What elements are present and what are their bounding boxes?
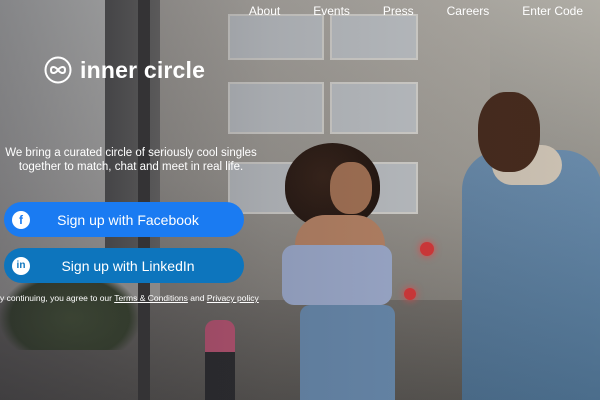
tagline-line-1: We bring a curated circle of seriously c… <box>5 147 257 159</box>
linkedin-icon: in <box>12 256 30 275</box>
facebook-icon: f <box>12 210 30 229</box>
tagline-line-2: together to match, chat and meet in real… <box>18 161 244 173</box>
infinity-loop-icon <box>44 56 72 84</box>
nav-link-careers[interactable]: Careers <box>423 4 499 18</box>
brand-name: inner circle <box>80 56 206 83</box>
signup-linkedin-button[interactable]: in Sign up with LinkedIn <box>4 248 244 283</box>
signup-facebook-button[interactable]: f Sign up with Facebook <box>4 202 244 237</box>
privacy-policy-link[interactable]: Privacy policy <box>207 293 259 303</box>
legal-and: and <box>187 293 207 303</box>
legal-prefix: y continuing, you agree to our <box>0 293 115 303</box>
brand-logo[interactable]: inner circle <box>44 56 205 84</box>
nav-link-press[interactable]: Press <box>359 4 423 18</box>
nav-link-events[interactable]: Events <box>289 4 359 18</box>
nav-link-about[interactable]: About <box>225 4 289 18</box>
legal-notice: y continuing, you agree to our Terms & C… <box>0 293 259 303</box>
hero-tagline: We bring a curated circle of seriously c… <box>0 146 262 174</box>
landing-page: About Events Press Careers Enter Code in… <box>0 0 600 400</box>
nav-link-enter-code[interactable]: Enter Code <box>498 4 592 18</box>
top-nav: About Events Press Careers Enter Code <box>225 4 592 18</box>
signup-facebook-label: Sign up with Facebook <box>57 211 199 228</box>
signup-linkedin-label: Sign up with LinkedIn <box>61 257 195 274</box>
terms-link[interactable]: Terms & Conditions <box>114 293 188 303</box>
